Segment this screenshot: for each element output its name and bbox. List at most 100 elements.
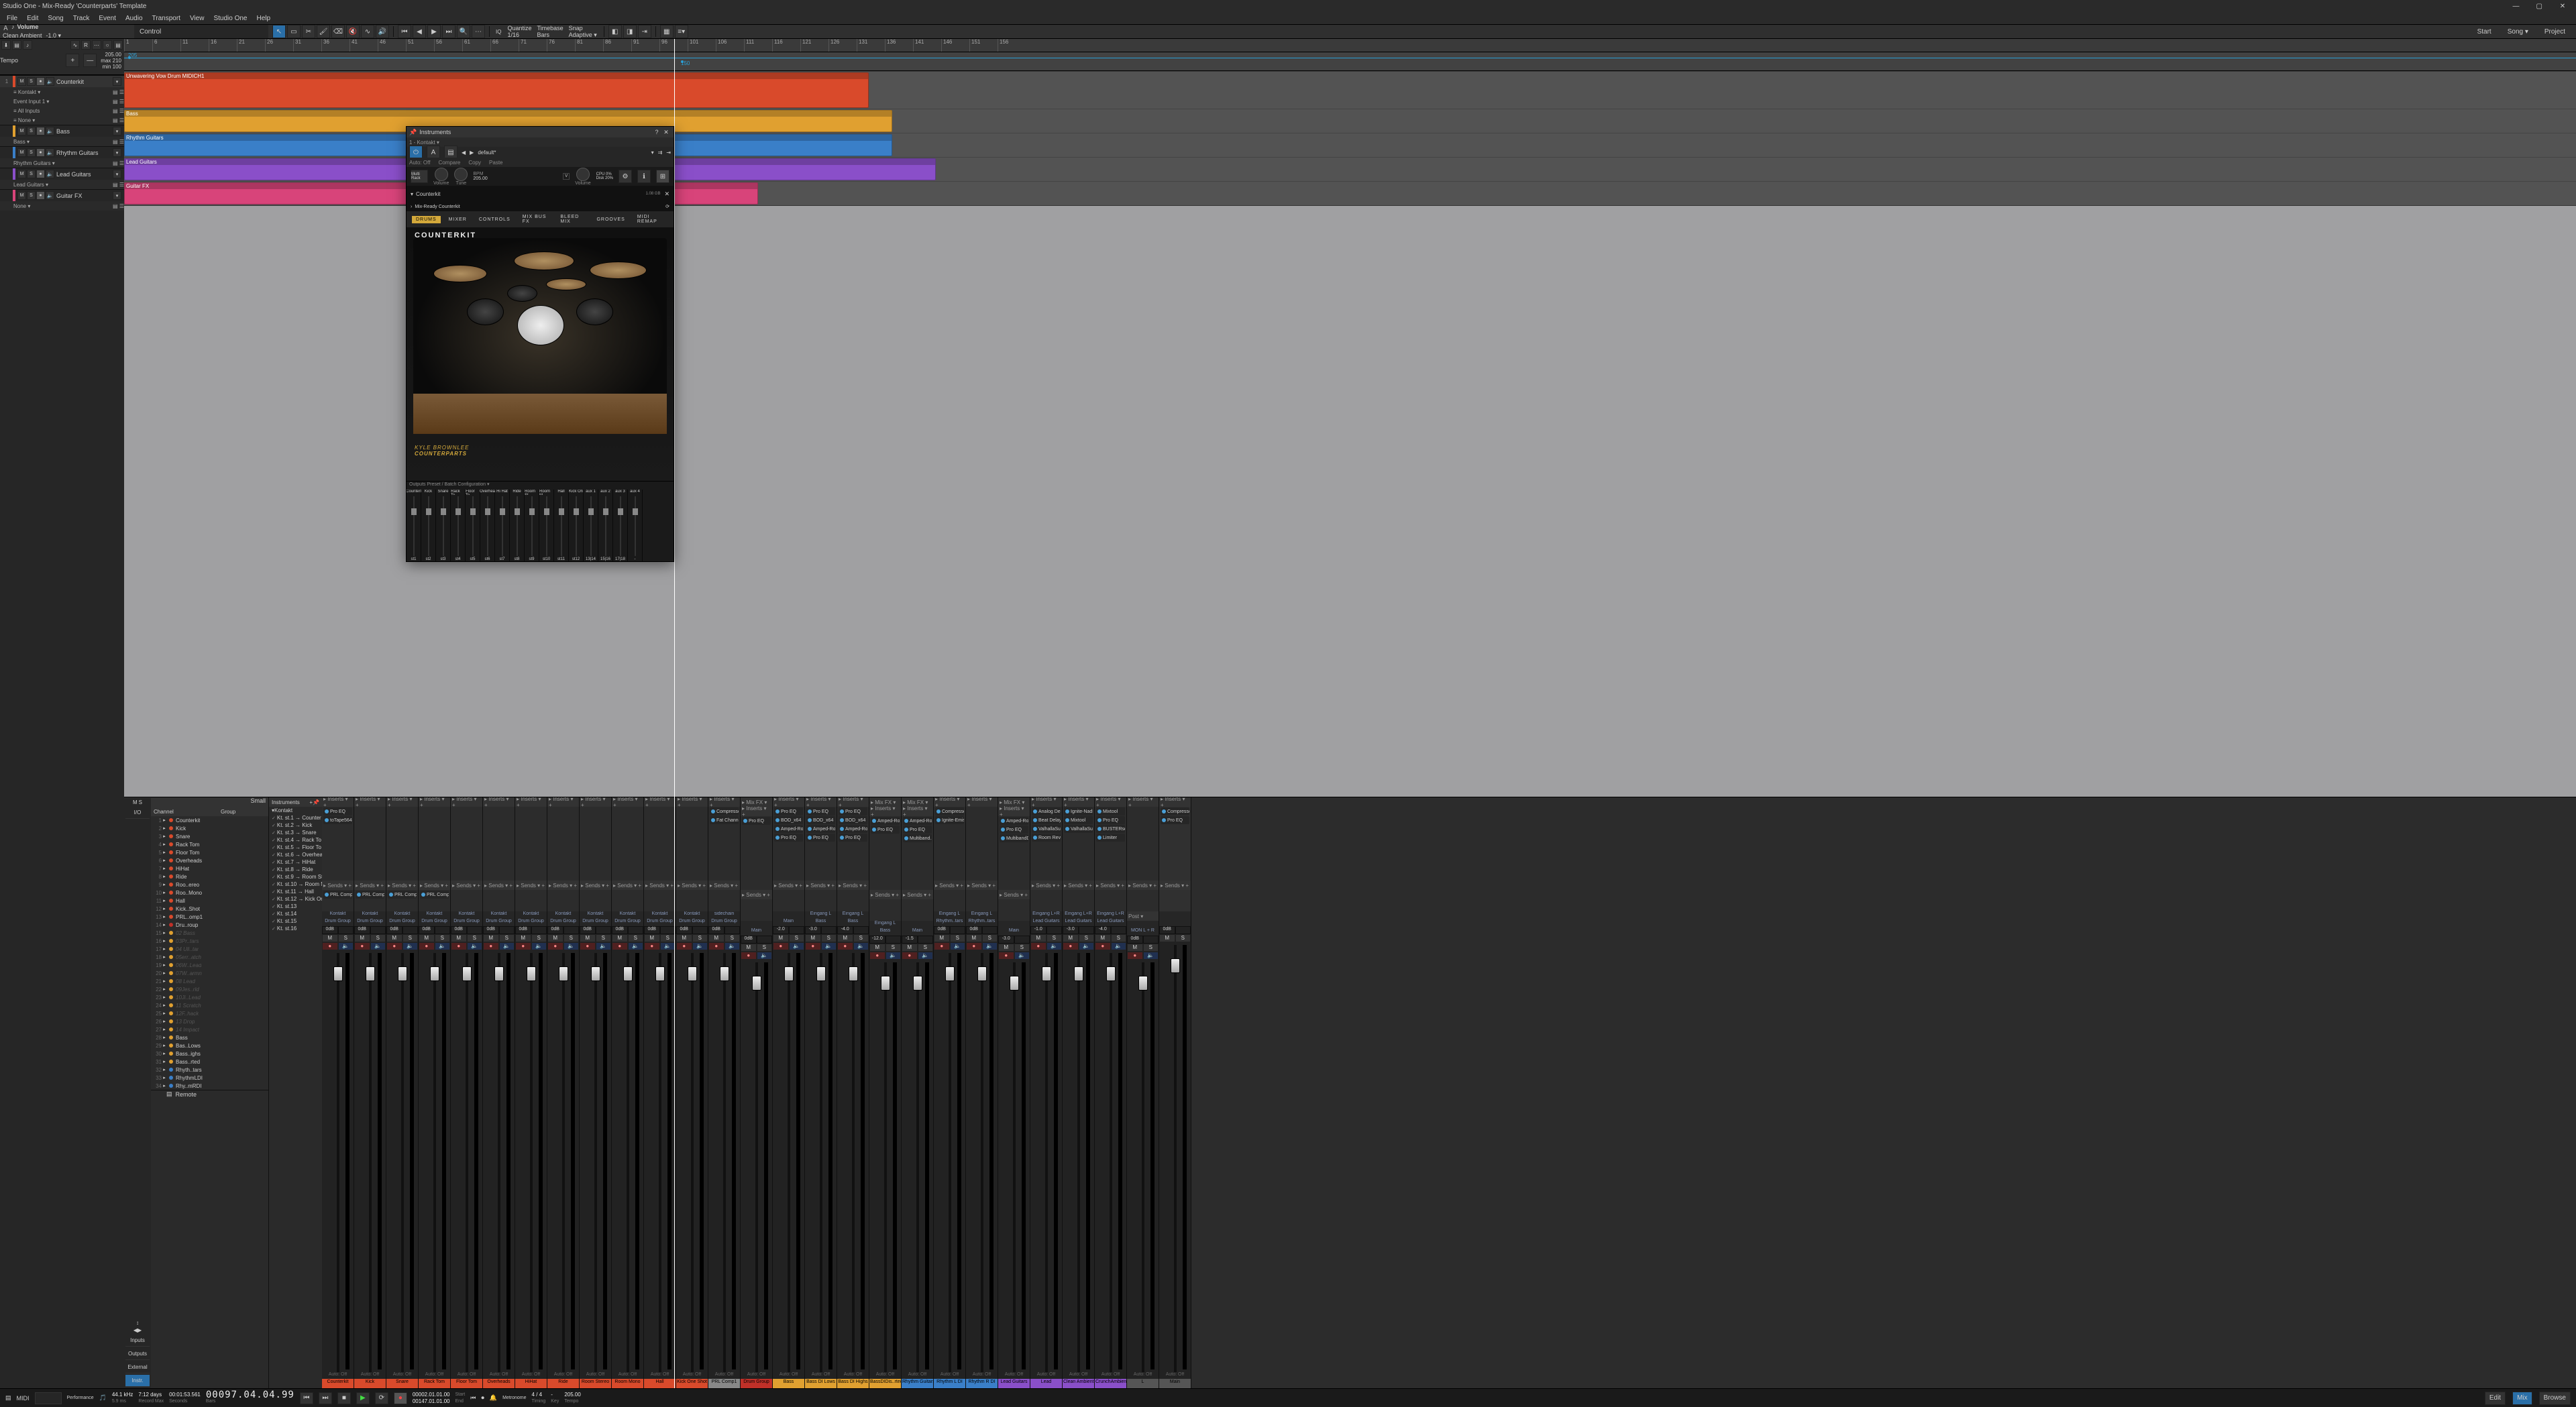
input-routing[interactable]: Eingang L	[869, 921, 901, 928]
mixer-channel-strip[interactable]: ▸ Inserts ▾ +Pro EQBOD_x64Amped-Roo..Pro…	[773, 797, 805, 1388]
sends-header[interactable]: ▸ Sends ▾ +	[998, 890, 1030, 899]
remote-toggle[interactable]: ▤	[166, 1090, 172, 1098]
fader[interactable]	[627, 953, 629, 1372]
pan-readout[interactable]	[724, 926, 741, 934]
track-routing-row[interactable]: ≡ Kontakt ▾▤ ☰	[0, 87, 124, 97]
mute-button[interactable]: M	[869, 944, 885, 952]
console-tab-inputs[interactable]: Inputs	[125, 1335, 150, 1347]
channel-name[interactable]: BassDIDis..rted	[869, 1379, 901, 1388]
kontakt-output-strip[interactable]: Counterlst1	[407, 490, 421, 561]
pan-readout[interactable]	[918, 936, 934, 944]
instrument-output-route[interactable]: Kt. st.4 → Rack To	[269, 836, 322, 844]
mixer-m-icon[interactable]: M	[133, 799, 138, 805]
channel-name[interactable]: L	[1127, 1379, 1159, 1388]
fader[interactable]	[691, 953, 694, 1372]
kontakt-output-strip[interactable]: Kick Onst12	[569, 490, 584, 561]
insert-slot[interactable]: Amped-Roo..	[903, 817, 932, 825]
channel-list-row[interactable]: 26▸13 Drop	[151, 1017, 268, 1025]
automation-mode[interactable]: Auto: Off	[547, 1372, 579, 1379]
track-name[interactable]: Bass	[56, 128, 111, 135]
fader[interactable]	[594, 953, 597, 1372]
mixer-channel-strip[interactable]: ▸ Inserts ▾ +▸ Sends ▾ +PRL Comp1Kontakt…	[386, 797, 419, 1388]
kontakt-output-strip[interactable]: Overheast6	[480, 490, 495, 561]
monitor-button[interactable]: 🔈	[853, 942, 869, 950]
input-routing[interactable]: Eingang L+R	[1030, 911, 1062, 919]
channel-icon[interactable]: ▤	[444, 146, 458, 159]
expand-icon[interactable]: ▾	[113, 77, 121, 86]
monitor-button[interactable]: 🔈	[821, 942, 837, 950]
compare-button[interactable]: Compare	[438, 160, 460, 166]
record-arm-button[interactable]: ●	[902, 952, 918, 960]
chevron-down-icon[interactable]: ▾	[411, 191, 413, 197]
gain-readout[interactable]: -4.0	[1095, 926, 1111, 934]
pan-readout[interactable]	[1175, 926, 1191, 934]
gain-readout[interactable]: -12.0	[869, 936, 885, 944]
solo-button[interactable]: S	[692, 934, 708, 942]
channel-name[interactable]: Rhythm R DI	[966, 1379, 998, 1388]
monitor-button[interactable]: 🔈	[46, 191, 54, 200]
menu-view[interactable]: View	[186, 15, 209, 22]
input-routing[interactable]: Kontakt	[322, 911, 354, 919]
solo-button[interactable]: S	[338, 934, 354, 942]
insert-slot[interactable]: toTape564	[323, 816, 352, 824]
input-routing[interactable]: Eingang L+R	[1095, 911, 1126, 919]
automation-mode[interactable]: Auto: Off	[1030, 1372, 1062, 1379]
tempo-add-icon[interactable]: +	[66, 54, 79, 67]
eraser-tool-icon[interactable]: ⌫	[331, 25, 345, 38]
output-routing[interactable]: Bass	[837, 919, 869, 926]
channel-list-row[interactable]: 2▸Kick	[151, 824, 268, 832]
monitor-button[interactable]: 🔈	[1014, 952, 1030, 960]
insert-slot[interactable]: MultibandD..	[1000, 834, 1028, 842]
instrument-output-route[interactable]: Kt. st.6 → Overhea	[269, 851, 322, 858]
record-arm-button[interactable]: ●	[966, 942, 982, 950]
mixer-channel-strip[interactable]: ▸ Inserts ▾ +Pro EQtoTape564▸ Sends ▾ +P…	[322, 797, 354, 1388]
automation-mode[interactable]: Auto: Off	[1095, 1372, 1126, 1379]
listen-tool-icon[interactable]: 🔊	[376, 25, 389, 38]
timesig-value[interactable]: 4 / 4	[532, 1392, 546, 1398]
edit-view-button[interactable]: Edit	[2485, 1392, 2506, 1405]
channel-list-row[interactable]: 4▸Rack Tom	[151, 840, 268, 848]
monitor-button[interactable]: 🔈	[46, 77, 54, 86]
mute-button[interactable]: M	[741, 944, 757, 952]
record-arm-button[interactable]: ●	[741, 952, 757, 960]
channel-list-row[interactable]: 3▸Snare	[151, 832, 268, 840]
output-fader[interactable]	[620, 496, 621, 556]
output-fader[interactable]	[590, 496, 592, 556]
insert-slot[interactable]: Compressor	[710, 807, 739, 815]
pan-readout[interactable]	[692, 926, 708, 934]
inserts-header[interactable]: ▸ Inserts ▾ +	[451, 797, 482, 807]
input-routing[interactable]: Kontakt	[515, 911, 547, 919]
inserts-header[interactable]: ▸ Inserts ▾ +	[354, 797, 386, 807]
track-header[interactable]: MS●🔈Bass▾	[0, 125, 124, 137]
inserts-header[interactable]: ▸ Inserts ▾ +	[483, 797, 515, 807]
mute-button[interactable]: M	[902, 944, 918, 952]
pan-readout[interactable]	[1143, 936, 1159, 944]
mute-button[interactable]: M	[451, 934, 467, 942]
automation-mode[interactable]: Auto: Off	[998, 1372, 1030, 1379]
track-header[interactable]: MS●🔈Lead Guitars▾	[0, 168, 124, 180]
master-volume-knob[interactable]	[576, 168, 590, 181]
marker-tool-icon[interactable]: ⬇	[1, 40, 11, 50]
fader[interactable]	[659, 953, 661, 1372]
inserts-header[interactable]: ▸ Inserts ▾ +	[837, 797, 869, 807]
sends-header[interactable]: ▸ Sends ▾ +	[837, 881, 869, 890]
output-fader[interactable]	[561, 496, 562, 556]
channel-list-row[interactable]: 14▸Dru..roup	[151, 921, 268, 929]
gain-readout[interactable]: 0dB	[419, 926, 435, 934]
gain-readout[interactable]: -3.0	[998, 936, 1014, 944]
mute-button[interactable]: M	[17, 127, 26, 135]
layers-icon[interactable]: ≡▾	[675, 25, 688, 38]
track-routing-row[interactable]: None ▾▤ ☰	[0, 201, 124, 211]
channel-list-row[interactable]: 28▸Bass	[151, 1033, 268, 1042]
pan-readout[interactable]	[789, 926, 805, 934]
mute-button[interactable]: M	[644, 934, 660, 942]
help-icon[interactable]: ?	[652, 129, 661, 135]
gain-readout[interactable]: 0dB	[676, 926, 692, 934]
pan-readout[interactable]	[982, 926, 998, 934]
monitor-button[interactable]: 🔈	[628, 942, 644, 950]
monitor-button[interactable]: 🔈	[499, 942, 515, 950]
pan-readout[interactable]	[402, 926, 419, 934]
pan-readout[interactable]	[370, 926, 386, 934]
insert-slot[interactable]: Pro EQ	[871, 826, 900, 834]
channel-name[interactable]: Bass DI Lows	[805, 1379, 837, 1388]
